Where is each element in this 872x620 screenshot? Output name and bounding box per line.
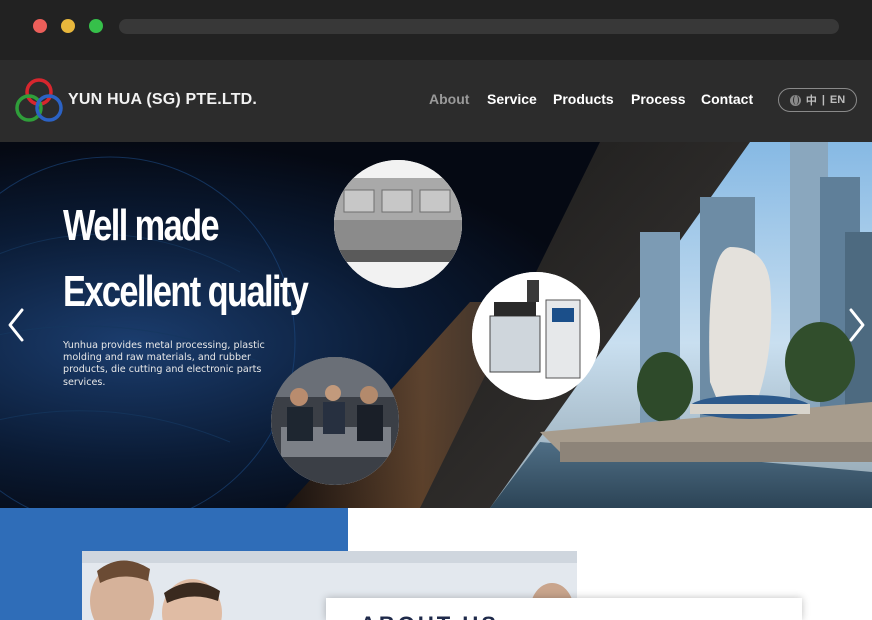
nav-about[interactable]: About — [429, 91, 469, 107]
lang-zh[interactable]: 中 — [806, 92, 817, 108]
hero-headline-line2: Excellent quality — [63, 267, 309, 316]
hero-banner: Well made Excellent quality Yunhua provi… — [0, 142, 872, 508]
nav-process[interactable]: Process — [631, 91, 685, 107]
lang-en[interactable]: EN — [830, 94, 845, 106]
globe-icon — [789, 94, 801, 106]
language-switcher[interactable]: 中 | EN — [778, 88, 857, 112]
chevron-right-icon[interactable] — [846, 307, 868, 343]
about-title: ABOUT US — [360, 612, 499, 620]
minimize-window-icon[interactable] — [61, 19, 75, 33]
hero-headline-line1: Well made — [63, 201, 220, 250]
browser-chrome — [0, 0, 872, 60]
brand-name[interactable]: YUN HUA (SG) PTE.LTD. — [68, 91, 257, 109]
steel-cabinet-image — [334, 160, 462, 288]
site-header: YUN HUA (SG) PTE.LTD. About Service Prod… — [0, 60, 872, 142]
close-window-icon[interactable] — [33, 19, 47, 33]
chevron-left-icon[interactable] — [5, 307, 27, 343]
workers-factory-image — [271, 357, 399, 485]
hero-description: Yunhua provides metal processing, plasti… — [63, 340, 265, 388]
maximize-window-icon[interactable] — [89, 19, 103, 33]
about-card: ABOUT US — [326, 598, 802, 620]
nav-service[interactable]: Service — [487, 91, 537, 107]
nav-products[interactable]: Products — [553, 91, 614, 107]
address-bar[interactable] — [119, 19, 839, 34]
company-logo-icon[interactable] — [14, 77, 64, 125]
nav-contact[interactable]: Contact — [701, 91, 753, 107]
lang-separator: | — [821, 94, 825, 106]
laser-welding-machine-image — [472, 272, 600, 400]
